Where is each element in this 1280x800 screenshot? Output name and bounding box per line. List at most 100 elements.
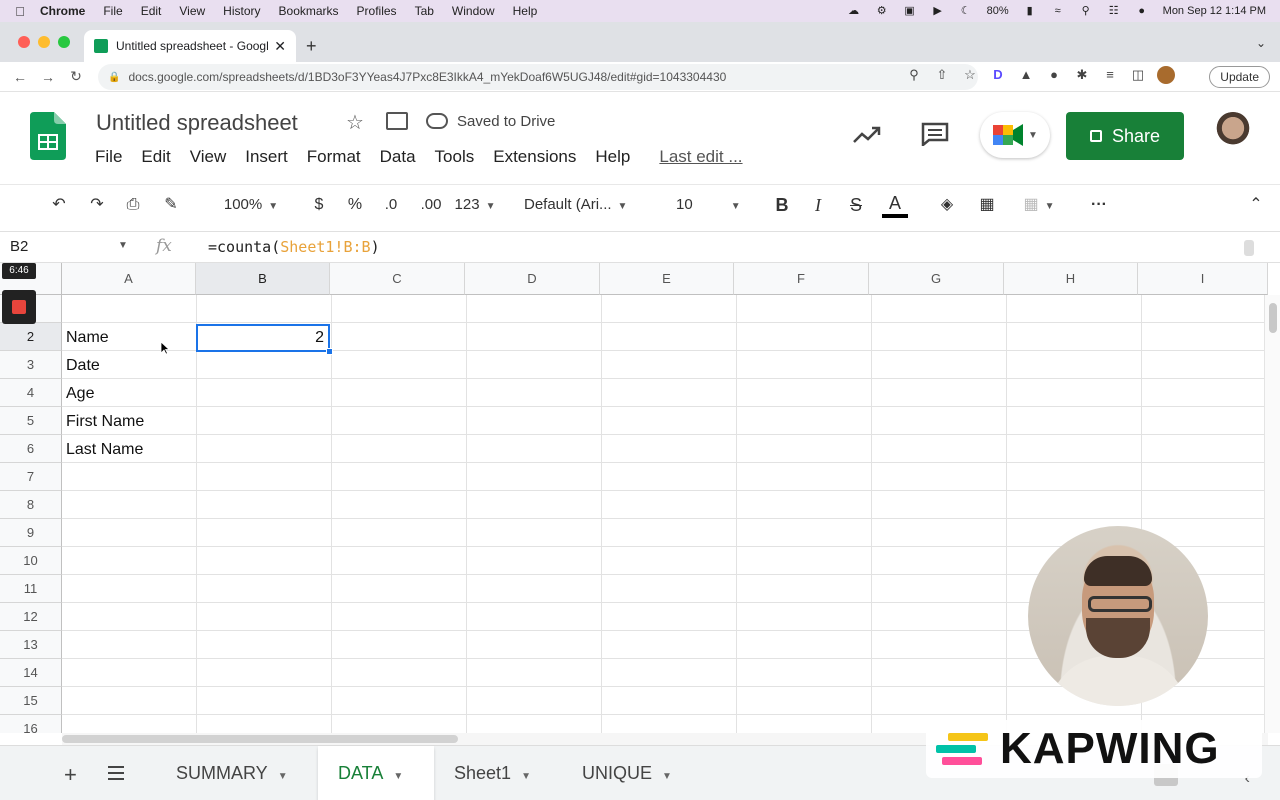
sheets-logo-icon[interactable] <box>30 112 66 160</box>
row-header-6[interactable]: 6 <box>0 435 62 463</box>
paint-format-icon[interactable]: ✎ <box>158 192 184 218</box>
menu-view[interactable]: View <box>190 147 227 167</box>
cloud-status-icon[interactable]: ☁ <box>847 5 861 17</box>
siri-icon[interactable]: ● <box>1135 5 1149 17</box>
vertical-scrollbar[interactable] <box>1264 295 1280 733</box>
mac-menu-profiles[interactable]: Profiles <box>357 4 397 18</box>
close-tab-icon[interactable]: ✕ <box>274 38 286 55</box>
tab-search-chevron-icon[interactable]: ⌄ <box>1256 36 1266 50</box>
mac-menu-tab[interactable]: Tab <box>415 4 434 18</box>
fill-color-icon[interactable]: ◈ <box>934 192 960 218</box>
row-header-10[interactable]: 10 <box>0 547 62 575</box>
menu-edit[interactable]: Edit <box>141 147 170 167</box>
column-header-d[interactable]: D <box>465 263 600 295</box>
cell-a5[interactable]: First Name <box>66 413 144 431</box>
name-box-caret-icon[interactable]: ▼ <box>118 240 128 251</box>
row-header-14[interactable]: 14 <box>0 659 62 687</box>
sheet-tab-data[interactable]: DATA ▼ <box>318 746 434 800</box>
saved-status[interactable]: Saved to Drive <box>457 113 555 130</box>
extension-record-icon[interactable]: ● <box>1045 66 1063 84</box>
menu-help[interactable]: Help <box>595 147 630 167</box>
mac-menu-file[interactable]: File <box>103 4 122 18</box>
zoom-window-button[interactable] <box>58 36 70 48</box>
reload-icon[interactable]: ↻ <box>62 68 90 85</box>
menu-insert[interactable]: Insert <box>245 147 288 167</box>
row-header-9[interactable]: 9 <box>0 519 62 547</box>
add-sheet-icon[interactable]: + <box>64 762 77 788</box>
mac-menu-window[interactable]: Window <box>452 4 495 18</box>
more-formats-button[interactable]: 123 ▼ <box>452 192 498 218</box>
extensions-puzzle-icon[interactable]: ✱ <box>1073 66 1091 84</box>
bold-button[interactable]: B <box>770 192 794 218</box>
extension-pin-icon[interactable]: ▲ <box>1017 66 1035 84</box>
column-header-e[interactable]: E <box>600 263 734 295</box>
url-bar[interactable]: 🔒 docs.google.com/spreadsheets/d/1BD3oF3… <box>98 64 978 90</box>
battery-icon[interactable]: ▮ <box>1023 5 1037 17</box>
cell-a2[interactable]: Name <box>66 329 109 347</box>
print-icon[interactable]: ⎙ <box>120 192 146 218</box>
merge-cells-icon[interactable]: ▦ ▼ <box>1014 192 1064 218</box>
percent-button[interactable]: % <box>342 192 368 218</box>
activity-trend-icon[interactable] <box>852 124 882 146</box>
column-header-a[interactable]: A <box>62 263 196 295</box>
control-center-icon[interactable]: ☷ <box>1107 5 1121 17</box>
name-box[interactable]: B2 <box>10 238 28 255</box>
cell-a6[interactable]: Last Name <box>66 441 143 459</box>
all-sheets-menu-icon[interactable] <box>108 766 124 780</box>
menu-extensions[interactable]: Extensions <box>493 147 576 167</box>
row-header-11[interactable]: 11 <box>0 575 62 603</box>
sheet-tab-caret-icon[interactable]: ▼ <box>521 771 531 782</box>
row-header-16[interactable]: 16 <box>0 715 62 733</box>
reading-list-icon[interactable]: ≡ <box>1101 66 1119 84</box>
fill-handle[interactable] <box>326 348 333 355</box>
mac-menu-app[interactable]: Chrome <box>40 4 85 18</box>
row-header-12[interactable]: 12 <box>0 603 62 631</box>
share-page-icon[interactable]: ⇧ <box>933 66 951 84</box>
strikethrough-button[interactable]: S <box>844 192 868 218</box>
row-header-4[interactable]: 4 <box>0 379 62 407</box>
vertical-scroll-thumb[interactable] <box>1269 303 1277 333</box>
column-header-f[interactable]: F <box>734 263 869 295</box>
font-select[interactable]: Default (Ari... ▼ <box>524 192 648 218</box>
cell-b2-active[interactable]: 2 <box>196 324 330 352</box>
last-edit-link[interactable]: Last edit ... <box>659 147 742 167</box>
column-header-h[interactable]: H <box>1004 263 1138 295</box>
more-tools-button[interactable]: ··· <box>1086 192 1112 218</box>
cell-a4[interactable]: Age <box>66 385 94 403</box>
column-header-i[interactable]: I <box>1138 263 1268 295</box>
redo-icon[interactable]: ↷ <box>84 192 110 218</box>
star-icon[interactable]: ☆ <box>346 110 364 135</box>
lock-icon[interactable]: 🔒 <box>108 72 120 83</box>
moon-icon[interactable]: ☾ <box>959 5 973 17</box>
italic-button[interactable]: I <box>806 192 830 218</box>
gear-status-icon[interactable]: ⚙ <box>875 5 889 17</box>
column-header-b[interactable]: B <box>196 263 330 295</box>
minimize-window-button[interactable] <box>38 36 50 48</box>
forward-arrow-icon[interactable]: → <box>34 69 62 85</box>
row-header-15[interactable]: 15 <box>0 687 62 715</box>
extension-d-icon[interactable]: D <box>989 66 1007 84</box>
cell-a3[interactable]: Date <box>66 357 100 375</box>
zoom-magnifier-icon[interactable]: ⚲ <box>905 66 923 84</box>
mac-menu-view[interactable]: View <box>179 4 205 18</box>
menu-data[interactable]: Data <box>380 147 416 167</box>
sheet-tab-sheet1[interactable]: Sheet1 ▼ <box>434 746 551 800</box>
profile-avatar-icon[interactable] <box>1157 66 1175 84</box>
decrease-decimal-button[interactable]: .0 <box>376 192 406 218</box>
new-tab-icon[interactable]: + <box>306 36 317 57</box>
sheet-tab-caret-icon[interactable]: ▼ <box>393 771 403 782</box>
menu-tools[interactable]: Tools <box>435 147 475 167</box>
column-header-g[interactable]: G <box>869 263 1004 295</box>
formula-expand-handle[interactable] <box>1244 240 1254 256</box>
row-header-5[interactable]: 5 <box>0 407 62 435</box>
sheet-tab-caret-icon[interactable]: ▼ <box>278 771 288 782</box>
sheet-tab-caret-icon[interactable]: ▼ <box>662 771 672 782</box>
mac-menu-edit[interactable]: Edit <box>141 4 162 18</box>
mac-menu-help[interactable]: Help <box>513 4 538 18</box>
close-window-button[interactable] <box>18 36 30 48</box>
back-arrow-icon[interactable]: ← <box>6 69 34 85</box>
borders-icon[interactable]: ▦ <box>974 192 1000 218</box>
wifi-icon[interactable]: ≈ <box>1051 5 1065 17</box>
text-color-button[interactable]: A <box>882 192 908 218</box>
currency-button[interactable]: $ <box>306 192 332 218</box>
